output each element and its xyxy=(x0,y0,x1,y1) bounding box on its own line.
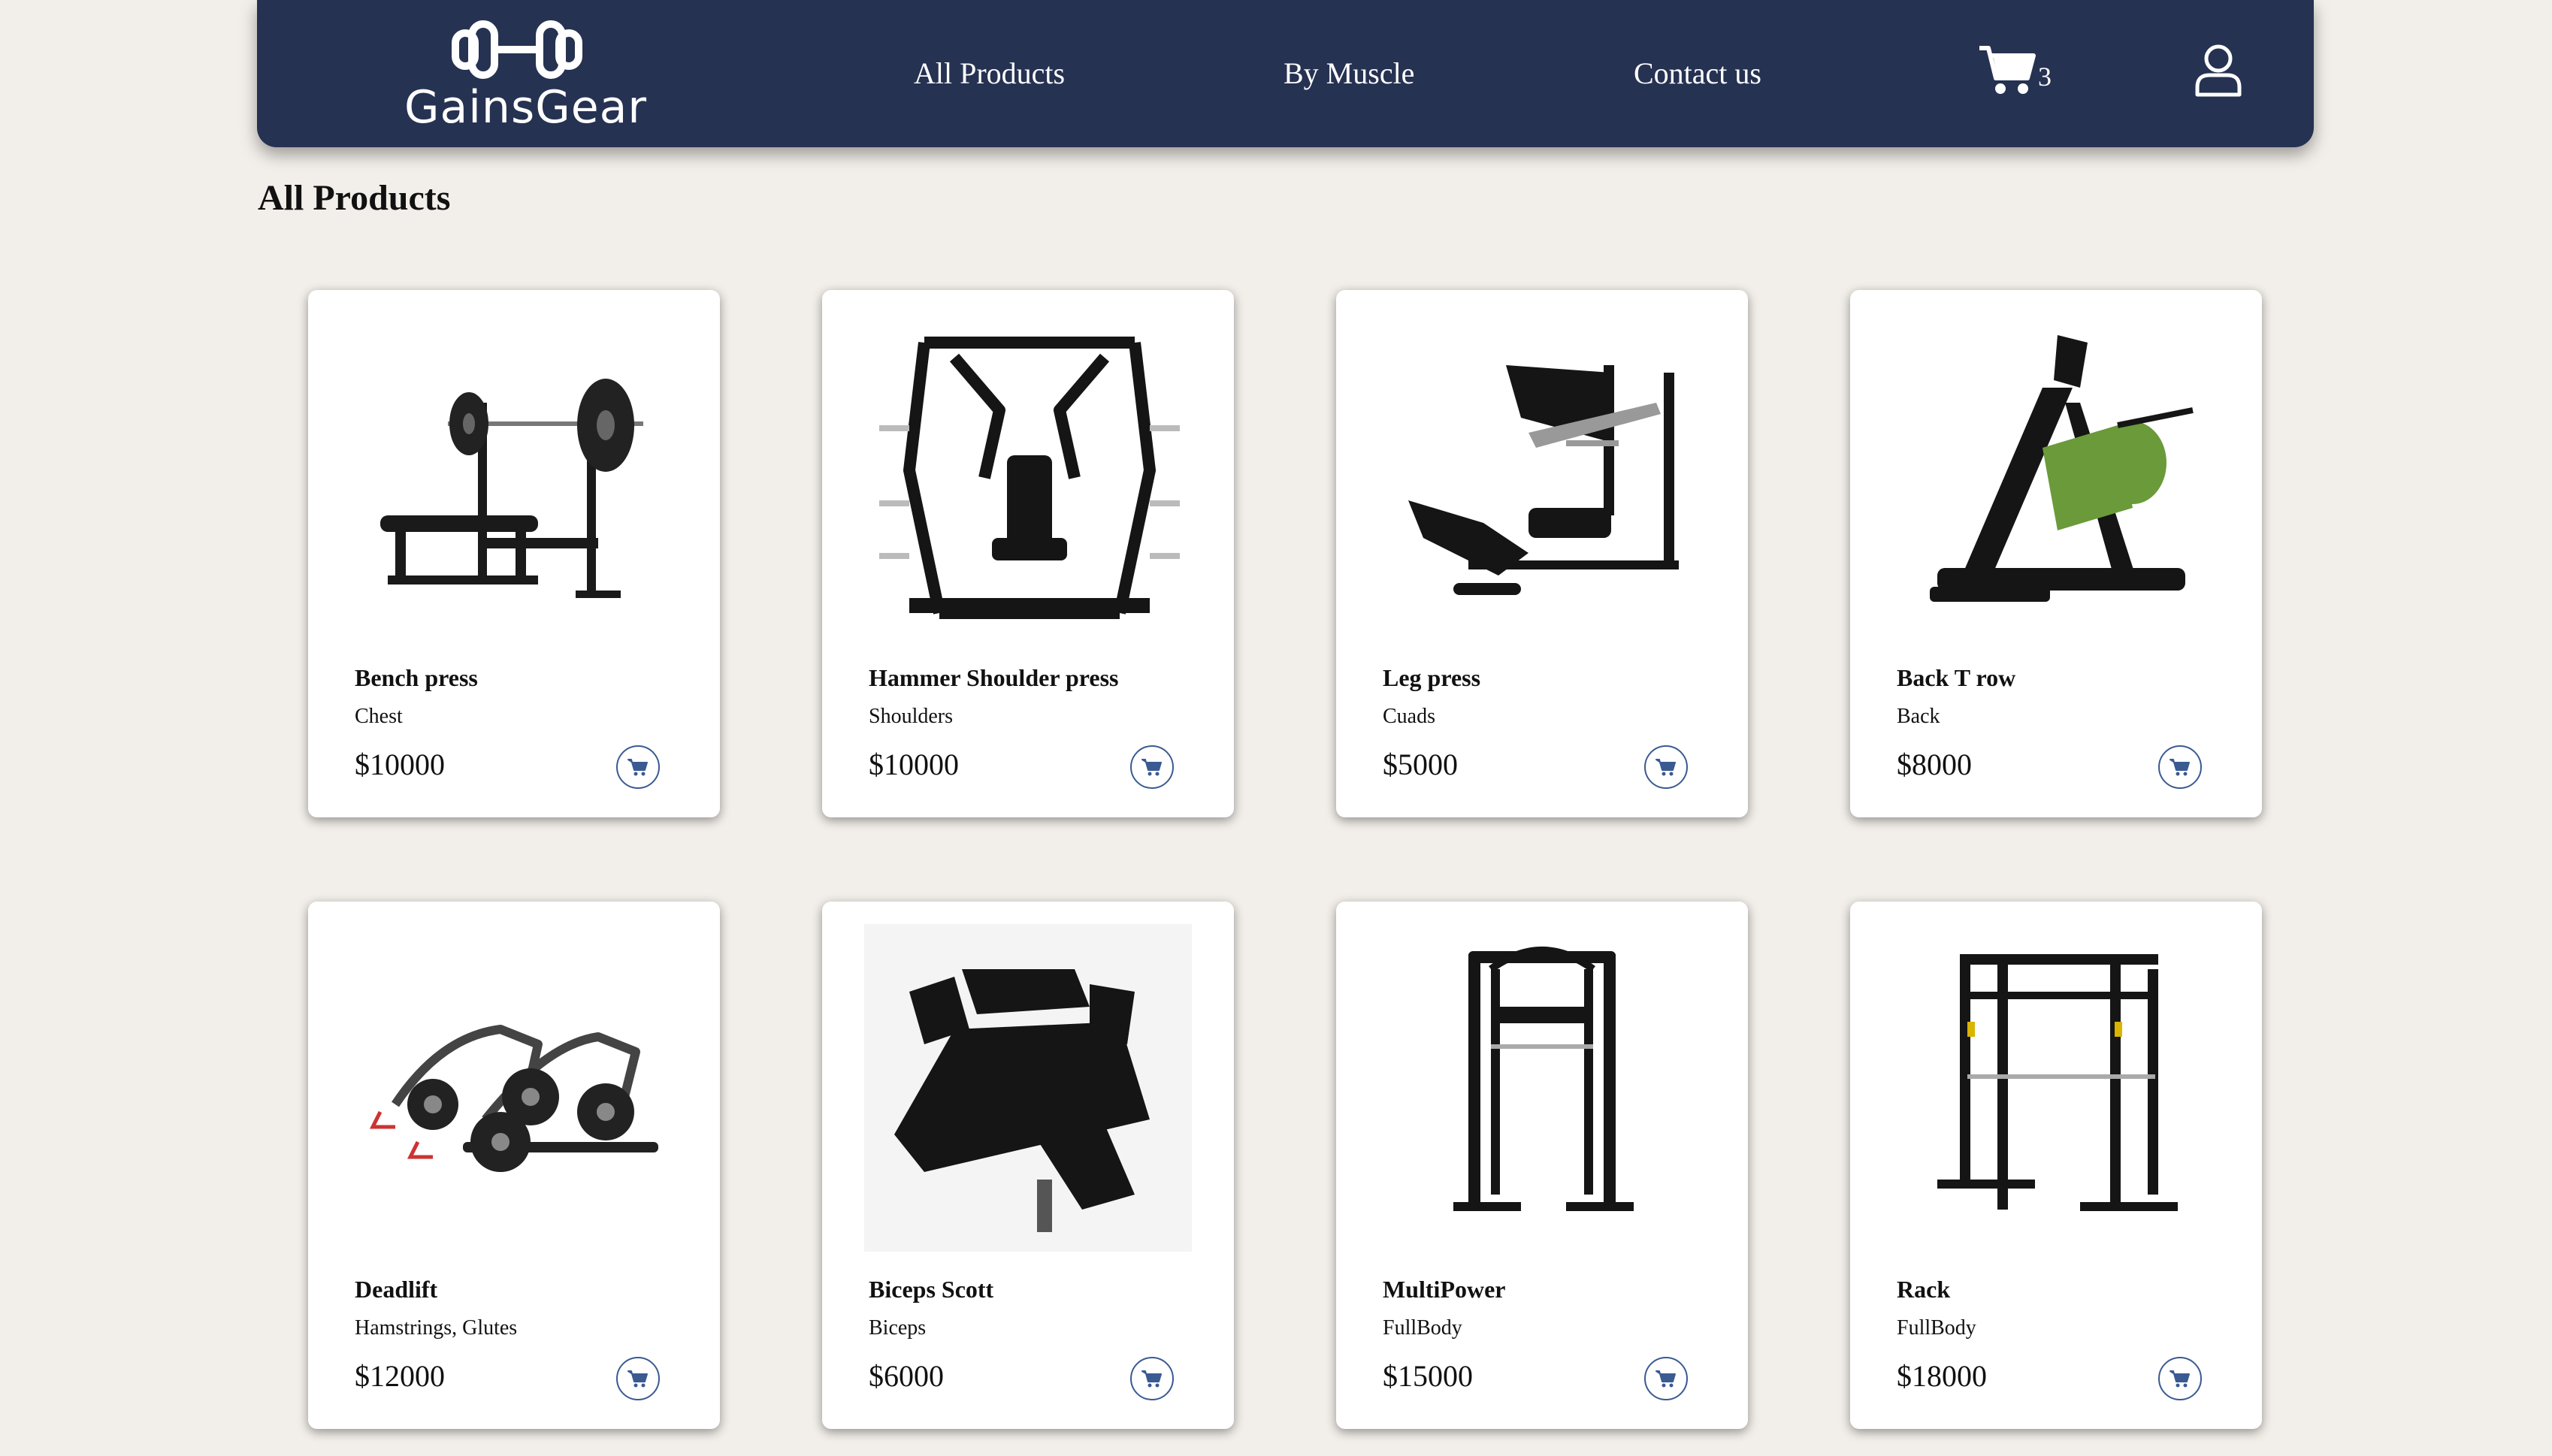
leg-press-image xyxy=(1408,365,1679,595)
add-to-cart-button[interactable] xyxy=(616,745,660,789)
cart-icon xyxy=(1979,46,2036,94)
add-to-cart-button[interactable] xyxy=(616,1357,660,1400)
product-name: Back T row xyxy=(1897,664,2016,691)
product-price: $10000 xyxy=(355,748,445,781)
product-card[interactable]: Leg press Cuads $5000 xyxy=(1336,290,1748,817)
nav-contact-us[interactable]: Contact us xyxy=(1634,53,1761,95)
brand-name: GainsGear xyxy=(404,81,648,134)
product-price: $12000 xyxy=(355,1359,445,1393)
product-card[interactable]: Rack FullBody $18000 xyxy=(1850,902,2262,1429)
add-to-cart-button[interactable] xyxy=(2158,1357,2202,1400)
user-icon xyxy=(2195,44,2242,97)
nav-by-muscle[interactable]: By Muscle xyxy=(1284,53,1414,95)
product-card[interactable]: Bench press Chest $10000 xyxy=(308,290,720,817)
cart-icon xyxy=(1141,759,1162,776)
deadlift-image xyxy=(369,1025,658,1172)
dumbbell-icon xyxy=(452,20,582,79)
biceps-scott-image xyxy=(864,924,1192,1252)
product-category: Biceps xyxy=(869,1316,927,1340)
cart-icon xyxy=(2170,759,2190,776)
multipower-image xyxy=(1453,947,1634,1211)
product-category: Chest xyxy=(355,705,403,728)
brand-logo[interactable]: GainsGear xyxy=(404,18,648,138)
product-name: Bench press xyxy=(355,664,478,691)
product-name: Deadlift xyxy=(355,1276,438,1303)
cart-icon xyxy=(627,759,648,776)
product-card[interactable]: MultiPower FullBody $15000 xyxy=(1336,902,1748,1429)
nav-all-products[interactable]: All Products xyxy=(914,53,1065,95)
product-category: Back xyxy=(1897,705,1940,728)
back-t-row-image xyxy=(1930,335,2194,602)
product-category: FullBody xyxy=(1383,1316,1462,1340)
product-category: Cuads xyxy=(1383,705,1435,728)
product-category: FullBody xyxy=(1897,1316,1976,1340)
product-price: $6000 xyxy=(869,1359,944,1393)
product-name: MultiPower xyxy=(1383,1276,1506,1303)
product-price: $5000 xyxy=(1383,748,1458,781)
product-price: $8000 xyxy=(1897,748,1972,781)
product-card[interactable]: Back T row Back $8000 xyxy=(1850,290,2262,817)
product-price: $18000 xyxy=(1897,1359,1987,1393)
product-name: Biceps Scott xyxy=(869,1276,994,1303)
add-to-cart-button[interactable] xyxy=(2158,745,2202,789)
add-to-cart-button[interactable] xyxy=(1644,1357,1688,1400)
cart-icon xyxy=(1655,1370,1676,1388)
cart-button[interactable]: 3 xyxy=(1978,44,2053,102)
cart-icon xyxy=(2170,1370,2190,1388)
user-account-button[interactable] xyxy=(2194,44,2247,99)
cart-icon xyxy=(1655,759,1676,776)
product-card[interactable]: Hammer Shoulder press Shoulders $10000 xyxy=(822,290,1234,817)
product-price: $15000 xyxy=(1383,1359,1473,1393)
add-to-cart-button[interactable] xyxy=(1130,745,1174,789)
product-price: $10000 xyxy=(869,748,959,781)
cart-count: 3 xyxy=(2038,62,2052,92)
cart-icon xyxy=(1141,1370,1162,1388)
cart-icon xyxy=(627,1370,648,1388)
add-to-cart-button[interactable] xyxy=(1130,1357,1174,1400)
shoulder-press-image xyxy=(879,337,1180,619)
navbar: GainsGear All Products By Muscle Contact… xyxy=(257,0,2314,147)
product-name: Rack xyxy=(1897,1276,1951,1303)
add-to-cart-button[interactable] xyxy=(1644,745,1688,789)
bench-press-image xyxy=(380,379,643,598)
product-name: Leg press xyxy=(1383,664,1481,691)
page-title: All Products xyxy=(258,178,451,218)
product-category: Hamstrings, Glutes xyxy=(355,1316,518,1340)
product-card[interactable]: Deadlift Hamstrings, Glutes $12000 xyxy=(308,902,720,1429)
product-name: Hammer Shoulder press xyxy=(869,664,1119,691)
rack-image xyxy=(1937,954,2178,1211)
product-category: Shoulders xyxy=(869,705,953,728)
product-card[interactable]: Biceps Scott Biceps $6000 xyxy=(822,902,1234,1429)
